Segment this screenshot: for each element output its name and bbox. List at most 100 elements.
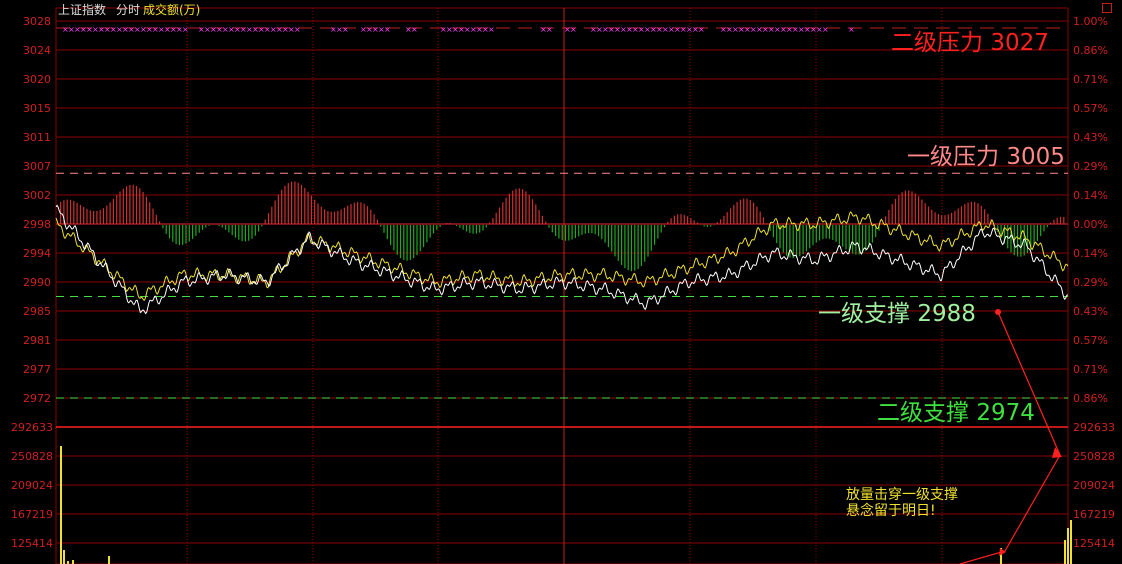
volume-bar [1070,520,1072,564]
pressure1-value: 3005 [1006,144,1065,170]
price-tick-label: 2994 [23,247,51,260]
momentum-bar-up [512,190,514,224]
price-tick-label: 2990 [23,276,51,289]
momentum-bar-down [413,225,415,259]
momentum-bar-up [93,211,95,224]
support1-value: 2988 [917,301,976,327]
pct-tick-label: 0.43% [1073,131,1108,144]
momentum-bar-down [462,225,464,230]
momentum-bar-down [241,225,243,242]
momentum-bar-up [324,209,326,224]
momentum-bar-up [987,213,989,224]
momentum-bar-up [264,219,266,224]
price-tick-label: 3020 [23,73,51,86]
momentum-bar-up [696,222,699,224]
volume-tick-label: 292633 [11,421,53,434]
momentum-bar-down [845,225,847,250]
volume-tick-label: 125414 [1073,537,1115,550]
support1-label: 一级支撑 2988 [818,301,976,327]
pct-tick-label: 0.00% [1073,218,1108,231]
momentum-bar-down [178,225,180,246]
momentum-bar-up [505,197,507,224]
momentum-bar-up [327,210,329,224]
momentum-bar-up [492,217,494,224]
indicator-label[interactable]: 成交额(万) [143,2,200,18]
momentum-bar-up [934,212,936,224]
momentum-bar-down [792,225,794,259]
momentum-bar-up [901,192,903,224]
momentum-bar-down [175,225,177,245]
momentum-bar-down [172,225,174,242]
momentum-bar-down [663,225,666,228]
momentum-bar-up [957,208,959,224]
momentum-bar-up [86,208,88,224]
momentum-bar-down [802,225,804,255]
momentum-bar-down [1026,225,1029,254]
momentum-bar-up [449,222,451,224]
momentum-bar-up [538,210,540,224]
momentum-bar-down [581,225,583,235]
momentum-bar-up [267,213,270,224]
momentum-bar-down [611,225,613,252]
signal-marker: × [384,25,391,34]
signal-marker: × [570,25,577,34]
momentum-bar-down [621,225,623,265]
momentum-bar-up [683,214,685,224]
momentum-bar-down [660,225,662,233]
volume-tick-label: 125414 [11,537,53,550]
momentum-bar-down [835,225,837,242]
momentum-bar-up [518,188,520,224]
momentum-bar-down [386,225,388,240]
settings-icon[interactable] [1102,3,1112,13]
momentum-bar-up [970,201,972,224]
momentum-bar-up [135,185,138,224]
momentum-bar-down [383,225,385,233]
momentum-bar-down [607,225,609,247]
pct-tick-label: 0.29% [1073,276,1108,289]
momentum-bar-up [155,214,157,224]
momentum-bar-up [528,194,530,224]
note-line-1: 放量击穿一级支撑 [846,487,958,503]
signal-marker: × [294,25,301,34]
momentum-bar-up [1056,217,1058,224]
momentum-bar-up [106,205,108,224]
period-label[interactable]: 分时 [116,2,140,18]
signal-marker: × [698,25,705,34]
momentum-bar-down [657,225,659,239]
momentum-bar-up [314,199,316,224]
volume-tick-label: 250828 [1073,450,1115,463]
momentum-bar-down [248,225,250,241]
momentum-bar-up [1059,216,1062,224]
support1-text: 一级支撑 [818,301,910,327]
momentum-bar-up [79,204,81,224]
momentum-bar-up [446,222,448,224]
momentum-bar-up [545,221,547,224]
volume-tick-label: 292633 [1073,421,1115,434]
momentum-bar-up [677,214,679,224]
momentum-bar-up [149,202,151,224]
momentum-bar-up [944,215,946,224]
momentum-bar-down [812,225,814,246]
momentum-bar-down [637,225,639,269]
momentum-bar-down [429,225,431,238]
momentum-bar-up [885,216,887,224]
index-name[interactable]: 上证指数 [58,2,106,18]
arrow-head [999,548,1006,556]
momentum-bar-up [680,214,682,224]
price-tick-label: 2985 [23,305,51,318]
signal-marker: × [182,25,189,34]
momentum-bar-down [819,225,821,241]
momentum-bar-down [578,225,580,237]
momentum-bar-up [914,193,916,224]
price-line [55,204,1069,315]
pct-tick-label: 0.86% [1073,392,1108,405]
momentum-bar-up [353,202,355,224]
price-tick-label: 3015 [23,102,51,115]
volume-bar [72,560,74,564]
momentum-bar-down [192,225,194,239]
momentum-bar-up [271,206,273,224]
momentum-bar-down [601,225,603,240]
momentum-bar-down [617,225,619,261]
momentum-bar-down [861,225,864,254]
momentum-bar-up [891,203,893,224]
